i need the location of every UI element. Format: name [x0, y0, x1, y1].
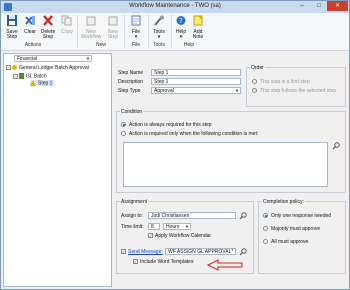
condition-lookup-icon[interactable] [331, 142, 340, 150]
svg-text:?: ? [179, 17, 183, 25]
radio-button[interactable] [121, 122, 126, 128]
file-menu-button[interactable]: File ▾ [128, 15, 144, 41]
chevron-down-icon: ▼ [235, 88, 239, 93]
save-step-button[interactable]: Save Step [4, 15, 20, 41]
workflow-category-select[interactable]: Financial ▼ [14, 55, 92, 62]
step-name-field[interactable]: Step 1 [151, 69, 241, 76]
workflow-icon [12, 65, 17, 71]
order-group-title: Order [250, 65, 265, 71]
completion-majority-option[interactable]: Majority must approve [263, 226, 320, 232]
description-label: Description [118, 79, 144, 85]
checkbox[interactable]: ✓ [121, 249, 126, 255]
minimize-button[interactable]: – [293, 1, 311, 11]
title-bar: Workflow Maintenance - TWO (sa) – □ ✕ [1, 1, 349, 13]
checkbox[interactable]: ✓ [133, 259, 138, 265]
tree-item-root[interactable]: − General Ledger Batch Approval [6, 65, 89, 71]
assign-to-field[interactable]: Jodi Christiansen [148, 212, 236, 219]
step-type-label: Step Type [118, 88, 141, 94]
clear-icon [25, 16, 35, 25]
chevron-down-icon: ▼ [185, 224, 189, 229]
radio-button[interactable] [263, 239, 268, 245]
help-icon: ? [176, 16, 186, 25]
ribbon-separator [171, 15, 172, 48]
tools-menu-button[interactable]: Tools ▾ [150, 15, 168, 41]
condition-text-area[interactable] [123, 142, 328, 187]
radio-button[interactable] [263, 226, 268, 232]
radio-button[interactable] [121, 131, 126, 137]
completion-one-response-option[interactable]: Only one response needed [263, 213, 331, 219]
help-group-label: Help [183, 42, 195, 48]
copy-button[interactable]: Copy [59, 15, 75, 35]
file-group-label: File [131, 42, 141, 48]
send-message-option[interactable]: ✓ Send Message: [121, 249, 163, 255]
include-word-templates-option[interactable]: ✓ Include Word Templates [133, 259, 193, 265]
tools-icon [154, 15, 164, 26]
time-unit-select[interactable]: Hours ▼ [163, 223, 191, 230]
radio-button[interactable] [252, 88, 257, 94]
batch-icon [19, 73, 24, 79]
ribbon-separator [77, 15, 78, 48]
help-menu-button[interactable]: ? Help ▾ [173, 15, 189, 41]
collapse-icon[interactable]: − [6, 65, 11, 71]
new-group-label: New [95, 42, 106, 48]
assign-to-label: Assign to: [121, 213, 143, 219]
floppy-icon [7, 15, 17, 26]
close-button[interactable]: ✕ [327, 1, 348, 11]
chevron-down-icon: ▼ [86, 56, 90, 61]
add-note-button[interactable]: Add Note [190, 15, 206, 41]
message-lookup-icon[interactable] [238, 248, 247, 256]
step-type-select[interactable]: Approval ▼ [151, 87, 241, 94]
order-follows-step-option[interactable]: This step follows the selected step [252, 88, 336, 94]
time-limit-label: Time limit: [121, 224, 144, 230]
tree-item-step[interactable]: Step 1 [30, 80, 55, 87]
assignment-group-title: Assignment [120, 199, 149, 205]
tree-item-batch[interactable]: − GL Batch [13, 73, 47, 79]
radio-button[interactable] [263, 213, 268, 219]
completion-group-title: Completion policy: [262, 199, 305, 205]
new-workflow-button[interactable]: New Workflow [79, 15, 103, 41]
condition-group: Condition Action is always required for … [116, 109, 346, 193]
send-message-field[interactable]: WF ASSIGN GL APPROVAL* [165, 248, 236, 255]
clear-button[interactable]: Clear [22, 15, 38, 35]
tools-group-label: Tools [153, 42, 165, 48]
workflow-tree-panel: Financial ▼ − General Ledger Batch Approv… [3, 53, 112, 287]
new-step-button[interactable]: New Step [104, 15, 122, 41]
apply-calendar-option[interactable]: ✓ Apply Workflow Calendar [148, 233, 211, 239]
new-step-icon [108, 16, 118, 26]
workflow-maintenance-window: Workflow Maintenance - TWO (sa) – □ ✕ Sa… [0, 0, 350, 290]
new-workflow-icon [86, 16, 96, 26]
file-icon [131, 15, 141, 26]
radio-button[interactable] [252, 79, 257, 85]
condition-always-option[interactable]: Action is always required for this step [121, 122, 212, 128]
assign-lookup-icon[interactable] [238, 212, 247, 220]
copy-icon [61, 15, 72, 26]
warning-icon [30, 80, 36, 86]
actions-group-label: Actions [24, 42, 42, 48]
description-field[interactable]: Step 1 [151, 78, 241, 85]
annotation-arrow-icon [206, 259, 243, 271]
add-note-icon [193, 15, 203, 26]
delete-icon [43, 15, 53, 26]
collapse-icon[interactable]: − [13, 73, 18, 79]
completion-policy-group: Completion policy: Only one response nee… [258, 199, 346, 274]
send-message-link[interactable]: Send Message: [128, 249, 163, 255]
completion-all-option[interactable]: All must approve [263, 239, 308, 245]
order-first-step-option[interactable]: This step is a first step [252, 79, 310, 85]
delete-step-button[interactable]: Delete Step [39, 15, 57, 41]
condition-met-option[interactable]: Action is required only when the followi… [121, 131, 258, 137]
condition-group-title: Condition [120, 109, 144, 115]
maximize-button[interactable]: □ [310, 1, 328, 11]
ribbon-toolbar: Save Step Clear Delete Step Copy Actions… [1, 13, 349, 51]
ribbon-separator [124, 15, 125, 48]
step-name-label: Step Name [118, 70, 144, 76]
time-limit-field[interactable]: 8 [148, 223, 160, 230]
checkbox[interactable]: ✓ [148, 233, 153, 239]
order-group: Order This step is a first step This ste… [246, 65, 346, 107]
